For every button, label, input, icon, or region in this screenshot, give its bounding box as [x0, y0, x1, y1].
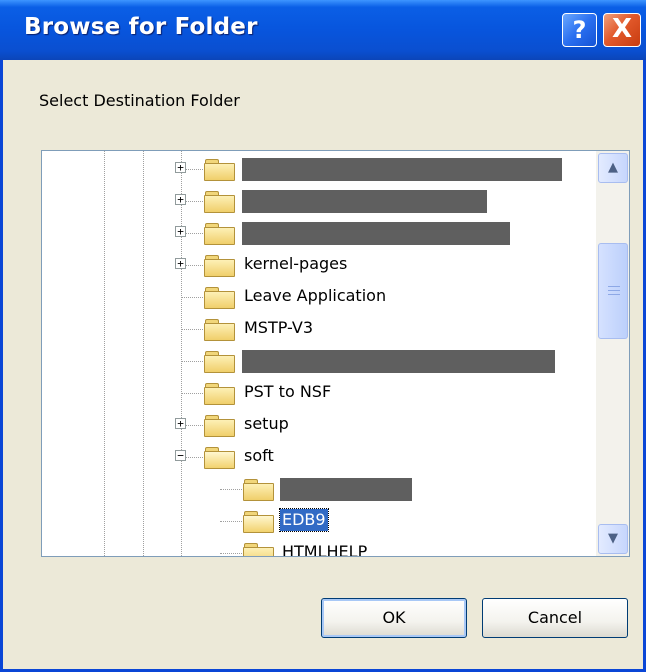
close-icon: X [611, 14, 633, 44]
folder-icon [204, 159, 235, 181]
title-bar[interactable]: Browse for Folder ? X [0, 0, 646, 60]
folder-body [204, 451, 235, 469]
folder-body [243, 483, 274, 501]
folder-icon [243, 479, 274, 501]
expand-icon[interactable]: + [175, 226, 186, 237]
folder-body [204, 323, 235, 341]
grip-line [608, 290, 620, 291]
redacted-label [242, 158, 562, 181]
selected-folder-label[interactable]: EDB9 [279, 508, 329, 532]
folder-body [204, 355, 235, 373]
expand-icon[interactable]: + [175, 162, 186, 173]
folder-icon [204, 255, 235, 277]
open-folder-icon [243, 511, 274, 533]
grip-line [608, 286, 620, 287]
tree-connector-line [220, 521, 244, 522]
redacted-label [242, 350, 555, 373]
close-button[interactable]: X [603, 13, 641, 47]
grip-line [608, 294, 620, 295]
tree-item[interactable]: + [42, 155, 594, 183]
tree-connector-line [182, 329, 205, 330]
folder-icon [243, 543, 274, 556]
folder-body [204, 195, 235, 213]
folder-label[interactable]: soft [242, 445, 276, 467]
prompt-text: Select Destination Folder [39, 91, 240, 110]
tree-connector-line [182, 361, 205, 362]
tree-item[interactable]: Leave Application [42, 283, 594, 311]
tree-item[interactable]: HTMLHELP [42, 539, 594, 556]
folder-icon [204, 319, 235, 341]
redacted-label [242, 190, 487, 213]
tree-item[interactable] [42, 347, 594, 375]
folder-body [243, 515, 274, 533]
expand-icon[interactable]: + [175, 418, 186, 429]
vertical-scrollbar[interactable]: ▲ ▼ [596, 151, 629, 556]
folder-body [204, 387, 235, 405]
folder-label[interactable]: Leave Application [242, 285, 388, 307]
folder-label[interactable]: MSTP-V3 [242, 317, 315, 339]
tree-connector-line [220, 489, 244, 490]
tree-item[interactable]: + setup [42, 411, 594, 439]
folder-body [204, 163, 235, 181]
folder-tree[interactable]: + + + + kernel-pages Leave Application MSTP-V3… [41, 150, 630, 557]
dialog-title: Browse for Folder [24, 14, 258, 40]
folder-body [204, 227, 235, 245]
open-folder-icon [204, 447, 235, 469]
folder-body [204, 419, 235, 437]
folder-label[interactable]: HTMLHELP [280, 541, 369, 556]
tree-item[interactable] [42, 475, 594, 503]
scroll-thumb[interactable] [598, 243, 628, 339]
tree-item[interactable]: PST to NSF [42, 379, 594, 407]
folder-icon [204, 191, 235, 213]
scroll-down-button[interactable]: ▼ [598, 524, 628, 554]
folder-label[interactable]: PST to NSF [242, 381, 333, 403]
folder-icon [204, 287, 235, 309]
redacted-label [280, 478, 412, 501]
folder-icon [204, 415, 235, 437]
redacted-label [242, 222, 510, 245]
folder-icon [204, 351, 235, 373]
tree-item[interactable]: + kernel-pages [42, 251, 594, 279]
tree-connector-line [182, 297, 205, 298]
help-icon: ? [572, 16, 587, 44]
tree-item[interactable]: − soft [42, 443, 594, 471]
tree-item[interactable]: MSTP-V3 [42, 315, 594, 343]
tree-connector-line [182, 393, 205, 394]
expand-icon[interactable]: + [175, 258, 186, 269]
arrow-down-icon: ▼ [608, 531, 618, 546]
tree-item[interactable]: + [42, 219, 594, 247]
collapse-icon[interactable]: − [175, 450, 186, 461]
cancel-button[interactable]: Cancel [482, 598, 628, 638]
folder-icon [204, 383, 235, 405]
tree-item[interactable]: EDB9 [42, 507, 594, 535]
folder-icon [204, 223, 235, 245]
tree-connector-line [220, 553, 244, 554]
help-button[interactable]: ? [562, 13, 597, 47]
expand-icon[interactable]: + [175, 194, 186, 205]
folder-body [204, 259, 235, 277]
browse-folder-dialog: Browse for Folder ? X Select Destination… [0, 0, 646, 672]
folder-body [243, 547, 274, 556]
folder-body [204, 291, 235, 309]
scroll-up-button[interactable]: ▲ [598, 153, 628, 183]
folder-label[interactable]: setup [242, 413, 291, 435]
folder-label[interactable]: kernel-pages [242, 253, 349, 275]
ok-button[interactable]: OK [321, 598, 467, 638]
arrow-up-icon: ▲ [608, 160, 618, 175]
tree-item[interactable]: + [42, 187, 594, 215]
